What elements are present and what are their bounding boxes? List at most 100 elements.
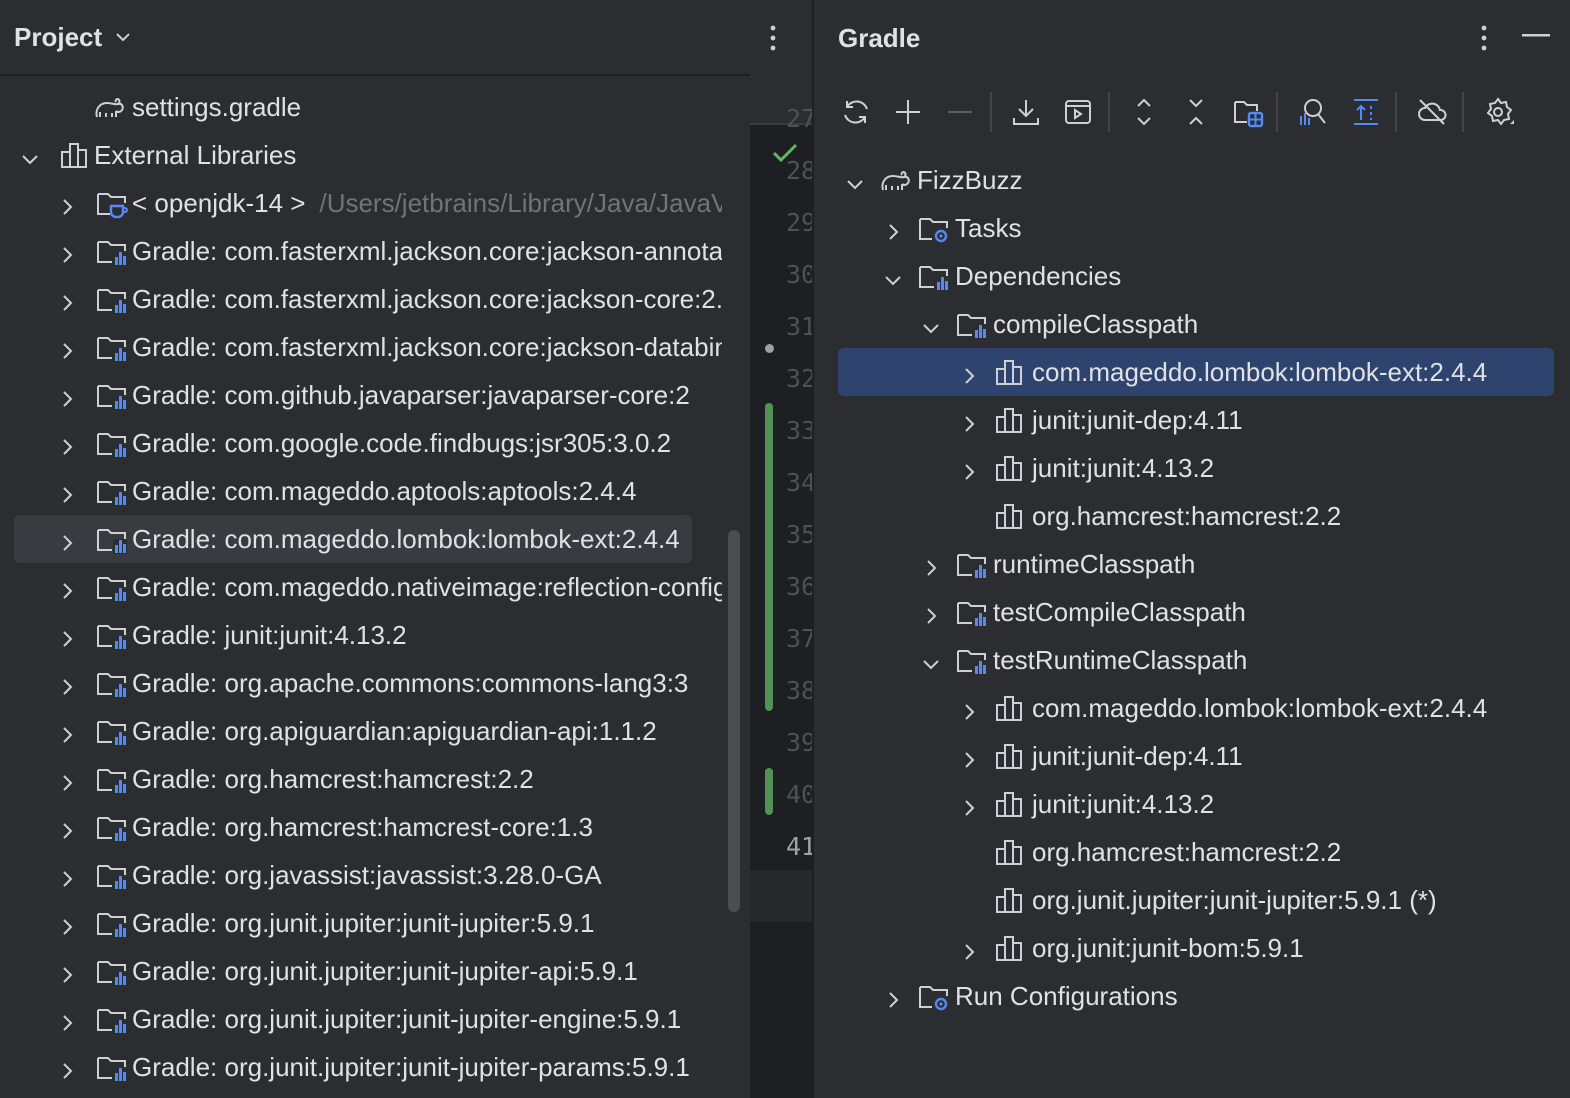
tree-row[interactable]: org.junit.jupiter:junit-jupiter:5.9.1 (*… xyxy=(814,876,1570,924)
offline-mode-button[interactable] xyxy=(1412,92,1452,132)
chevron-right-icon[interactable] xyxy=(57,1009,77,1031)
chevron-right-icon[interactable] xyxy=(959,458,979,480)
chevron-right-icon[interactable] xyxy=(57,385,77,407)
chevron-right-icon[interactable] xyxy=(57,1057,77,1079)
chevron-right-icon[interactable] xyxy=(57,625,77,647)
chevron-down-icon[interactable] xyxy=(921,314,941,334)
tree-row[interactable]: junit:junit-dep:4.11 xyxy=(814,396,1570,444)
tree-row[interactable]: < openjdk-14 >/Users/jetbrains/Library/J… xyxy=(0,179,722,227)
chevron-right-icon[interactable] xyxy=(959,362,979,384)
tree-row[interactable]: Dependencies xyxy=(814,252,1570,300)
tree-row[interactable]: com.mageddo.lombok:lombok-ext:2.4.4 xyxy=(814,684,1570,732)
tree-row[interactable]: junit:junit:4.13.2 xyxy=(814,444,1570,492)
chevron-right-icon[interactable] xyxy=(57,721,77,743)
added-lines-marker[interactable] xyxy=(765,768,773,815)
added-lines-marker[interactable] xyxy=(765,403,773,711)
tree-row[interactable]: testRuntimeClasspath xyxy=(814,636,1570,684)
chevron-right-icon[interactable] xyxy=(921,554,941,576)
tree-row[interactable]: Gradle: org.junit.jupiter:junit-jupiter-… xyxy=(0,995,722,1043)
chevron-right-icon[interactable] xyxy=(959,746,979,768)
chevron-right-icon[interactable] xyxy=(57,241,77,263)
tree-row[interactable]: runtimeClasspath xyxy=(814,540,1570,588)
tree-row[interactable]: Gradle: com.fasterxml.jackson.core:jacks… xyxy=(0,323,722,371)
tree-row-label: Gradle: com.mageddo.nativeimage:reflecti… xyxy=(132,571,722,602)
chevron-right-icon[interactable] xyxy=(921,602,941,624)
chevron-right-icon[interactable] xyxy=(57,817,77,839)
tree-row[interactable]: compileClasspath xyxy=(814,300,1570,348)
tree-row[interactable]: Gradle: org.javassist:javassist:3.28.0-G… xyxy=(0,851,722,899)
library-folder-icon xyxy=(96,715,128,747)
chevron-right-icon[interactable] xyxy=(883,986,903,1008)
chevron-down-icon[interactable] xyxy=(883,266,903,286)
tree-row[interactable]: Gradle: org.junit.jupiter:junit-jupiter-… xyxy=(0,1043,722,1091)
tree-row[interactable]: Gradle: org.junit.jupiter:junit-jupiter-… xyxy=(0,947,722,995)
tree-row[interactable]: Run Configurations xyxy=(814,972,1570,1020)
chevron-right-icon[interactable] xyxy=(57,673,77,695)
tree-row[interactable]: testCompileClasspath xyxy=(814,588,1570,636)
tree-row[interactable]: Gradle: org.junit.jupiter:junit-jupiter:… xyxy=(0,899,722,947)
chevron-right-icon[interactable] xyxy=(959,698,979,720)
tree-row[interactable]: Gradle: org.apache.commons:commons-lang3… xyxy=(0,659,722,707)
chevron-right-icon[interactable] xyxy=(57,577,77,599)
chevron-right-icon[interactable] xyxy=(57,193,77,215)
collapse-all-button[interactable] xyxy=(1176,92,1216,132)
scrollbar[interactable] xyxy=(728,530,740,912)
tree-row-label: Gradle: com.mageddo.aptools:aptools:2.4.… xyxy=(132,475,637,506)
chevron-down-icon[interactable] xyxy=(845,170,865,190)
download-sources-button[interactable] xyxy=(1006,92,1046,132)
tree-row[interactable]: Gradle: com.mageddo.lombok:lombok-ext:2.… xyxy=(0,515,722,563)
chevron-right-icon[interactable] xyxy=(883,218,903,240)
chevron-right-icon[interactable] xyxy=(959,794,979,816)
run-task-button[interactable] xyxy=(1058,92,1098,132)
more-options-icon[interactable] xyxy=(1474,24,1494,52)
tree-row[interactable]: Gradle: com.mageddo.aptools:aptools:2.4.… xyxy=(0,467,722,515)
tree-row[interactable]: org.hamcrest:hamcrest:2.2 xyxy=(814,828,1570,876)
chevron-down-icon[interactable] xyxy=(20,145,40,165)
tree-row[interactable]: FizzBuzz xyxy=(814,156,1570,204)
more-options-icon[interactable] xyxy=(763,24,783,52)
chevron-right-icon[interactable] xyxy=(57,529,77,551)
chevron-right-icon[interactable] xyxy=(959,410,979,432)
gradle-header: Gradle xyxy=(814,0,1570,76)
analyze-dependencies-button[interactable] xyxy=(1292,92,1332,132)
tree-row[interactable]: Tasks xyxy=(814,204,1570,252)
tree-row[interactable]: Gradle: com.fasterxml.jackson.core:jacks… xyxy=(0,227,722,275)
chevron-right-icon[interactable] xyxy=(57,481,77,503)
chevron-right-icon[interactable] xyxy=(959,938,979,960)
tree-row[interactable]: Gradle: junit:junit:4.13.2 xyxy=(0,611,722,659)
tree-row[interactable]: settings.gradle xyxy=(0,83,722,131)
tree-row[interactable]: junit:junit-dep:4.11 xyxy=(814,732,1570,780)
chevron-right-icon[interactable] xyxy=(57,433,77,455)
tree-row[interactable]: Gradle: com.mageddo.nativeimage:reflecti… xyxy=(0,563,722,611)
reload-button[interactable] xyxy=(836,92,876,132)
tree-row[interactable]: External Libraries xyxy=(0,131,722,179)
chevron-right-icon[interactable] xyxy=(57,337,77,359)
chevron-right-icon[interactable] xyxy=(57,769,77,791)
tasks-folder-icon xyxy=(918,212,950,244)
minimize-icon[interactable] xyxy=(1522,34,1550,38)
remove-button[interactable] xyxy=(940,92,980,132)
toolbar-separator xyxy=(1108,92,1110,132)
tree-row[interactable]: org.junit:junit-bom:5.9.1 xyxy=(814,924,1570,972)
tree-row[interactable]: Gradle: com.google.code.findbugs:jsr305:… xyxy=(0,419,722,467)
tree-row-label: runtimeClasspath xyxy=(993,548,1196,579)
library-icon xyxy=(994,884,1026,916)
chevron-right-icon[interactable] xyxy=(57,289,77,311)
tree-row[interactable]: Gradle: com.github.javaparser:javaparser… xyxy=(0,371,722,419)
add-button[interactable] xyxy=(888,92,928,132)
tree-row[interactable]: junit:junit:4.13.2 xyxy=(814,780,1570,828)
tree-row[interactable]: Gradle: org.apiguardian:apiguardian-api:… xyxy=(0,707,722,755)
expand-all-button[interactable] xyxy=(1124,92,1164,132)
tree-row[interactable]: Gradle: com.fasterxml.jackson.core:jacks… xyxy=(0,275,722,323)
settings-button[interactable] xyxy=(1478,92,1518,132)
tree-row[interactable]: Gradle: org.hamcrest:hamcrest-core:1.3 xyxy=(0,803,722,851)
tree-row[interactable]: Gradle: org.hamcrest:hamcrest:2.2 xyxy=(0,755,722,803)
show-toolbar-button[interactable] xyxy=(1346,92,1386,132)
tree-row[interactable]: org.hamcrest:hamcrest:2.2 xyxy=(814,492,1570,540)
chevron-right-icon[interactable] xyxy=(57,913,77,935)
chevron-right-icon[interactable] xyxy=(57,865,77,887)
tree-row[interactable]: com.mageddo.lombok:lombok-ext:2.4.4 xyxy=(814,348,1570,396)
chevron-down-icon[interactable] xyxy=(921,650,941,670)
group-modules-button[interactable] xyxy=(1228,92,1268,132)
chevron-right-icon[interactable] xyxy=(57,961,77,983)
